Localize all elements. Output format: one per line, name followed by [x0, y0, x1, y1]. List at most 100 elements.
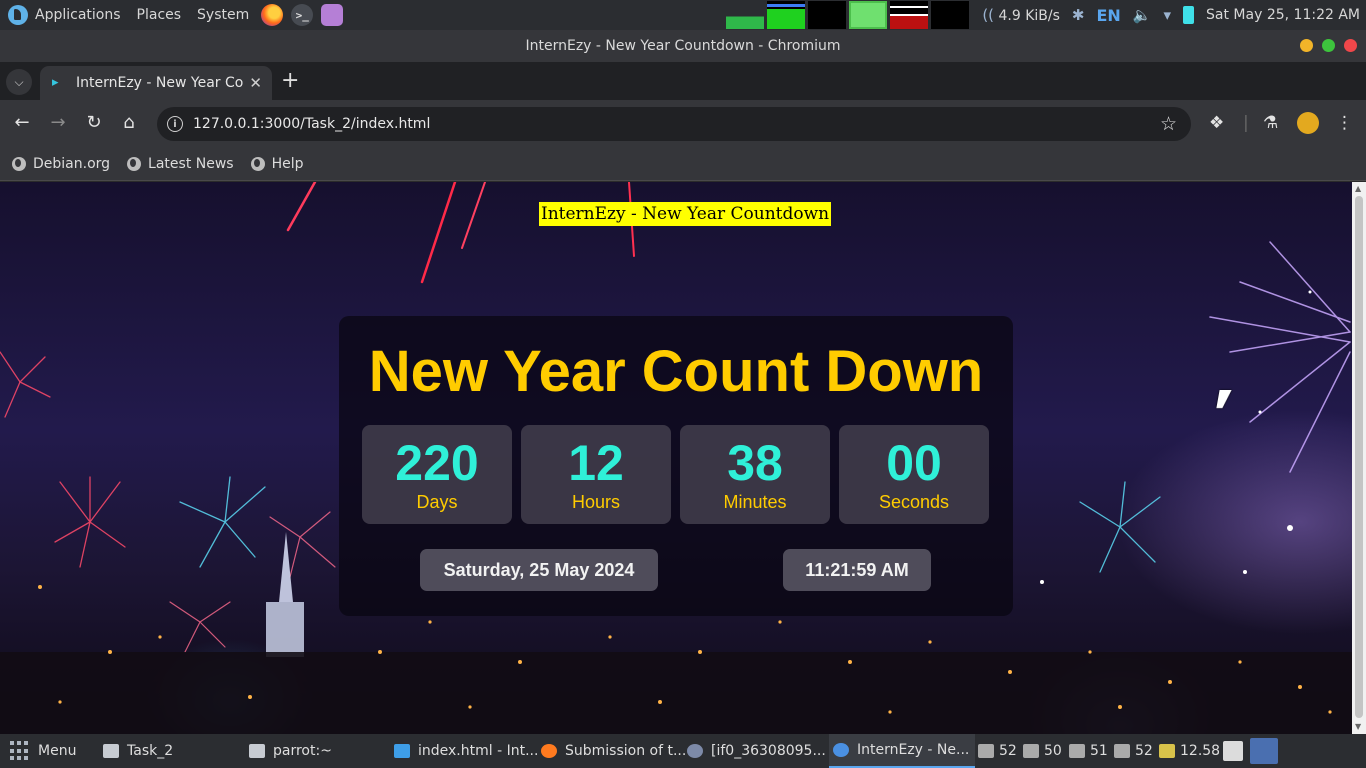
taskbar-item-firefox[interactable]: Submission of t...	[541, 734, 686, 768]
bookmark-latest-news[interactable]: Latest News	[127, 156, 234, 172]
seconds-label: Seconds	[878, 492, 950, 512]
reload-button[interactable]: ↻	[82, 111, 106, 135]
scrollbar-thumb[interactable]	[1355, 196, 1363, 718]
address-bar[interactable]: i 127.0.0.1:3000/Task_2/index.html ☆	[157, 107, 1191, 141]
cpu-core-4[interactable]: 52	[1114, 743, 1153, 759]
firefox-launcher-icon[interactable]	[261, 4, 284, 26]
taskbar-item-chromium[interactable]: InternEzy - Ne...	[829, 734, 975, 768]
bookmark-label: Debian.org	[33, 155, 111, 172]
maximize-button[interactable]	[1322, 39, 1335, 52]
back-button[interactable]: ←	[10, 111, 34, 135]
tab-search-button[interactable]: ⌵	[6, 69, 32, 95]
menu-button[interactable]: Menu	[10, 734, 76, 768]
taskbar-item-task2[interactable]: Task_2	[103, 734, 173, 768]
bluetooth-icon[interactable]: ✱	[1072, 6, 1085, 24]
home-button[interactable]: ⌂	[117, 111, 141, 135]
toolbar-divider: |	[1243, 113, 1249, 133]
bookmark-debian[interactable]: Debian.org	[12, 156, 110, 172]
close-window-button[interactable]	[1344, 39, 1357, 52]
keyboard-layout-indicator[interactable]: EN	[1096, 6, 1120, 25]
days-label: Days	[416, 492, 458, 512]
swap-monitor[interactable]	[808, 1, 846, 29]
hours-value: 12	[568, 435, 624, 491]
tab-internezy[interactable]: ▸ InternEzy - New Year Cou ✕	[40, 66, 272, 100]
workspace-switcher[interactable]	[1223, 741, 1243, 761]
new-tab-button[interactable]: +	[281, 70, 299, 92]
close-tab-icon[interactable]: ✕	[249, 74, 262, 92]
page-heading: InternEzy - New Year Countdown	[539, 202, 832, 226]
days-value: 220	[395, 435, 479, 491]
chip-icon	[1023, 744, 1039, 758]
forward-button[interactable]: →	[46, 111, 70, 135]
favicon-icon: ▸	[52, 75, 59, 90]
clock[interactable]: Sat May 25, 11:22 AM	[1206, 7, 1360, 23]
text-editor-launcher-icon[interactable]	[321, 4, 344, 26]
bookmark-label: Help	[271, 155, 304, 172]
network-speed[interactable]: (( 4.9 KiB/s	[982, 6, 1060, 24]
window-titlebar[interactable]: InternEzy - New Year Countdown - Chromiu…	[0, 30, 1366, 62]
page-scrollbar[interactable]: ▲ ▼	[1352, 182, 1366, 734]
url-text: 127.0.0.1:3000/Task_2/index.html	[193, 116, 431, 132]
hours-label: Hours	[571, 492, 620, 512]
taskbar-item-browser[interactable]: [if0_36308095...	[687, 734, 826, 768]
disk-monitor[interactable]	[931, 1, 969, 29]
bookmark-help[interactable]: Help	[250, 155, 304, 172]
minutes-box: 38 Minutes	[680, 425, 830, 524]
memory-usage[interactable]: 12.58	[1159, 743, 1220, 759]
site-info-icon[interactable]: i	[167, 116, 183, 132]
menu-kebab-icon[interactable]: ⋮	[1336, 112, 1353, 134]
wifi-icon[interactable]: ▾	[1164, 6, 1172, 24]
bookmark-label: Latest News	[148, 155, 234, 172]
cpu-core-value: 50	[1044, 743, 1062, 759]
terminal-icon	[249, 744, 265, 758]
firefox-icon	[541, 744, 557, 758]
workspace-icon	[1223, 741, 1243, 761]
current-time: 11:21:59 AM	[783, 549, 931, 591]
bookmarks-bar: Debian.org Latest News Help	[0, 147, 1366, 181]
bookmark-star-icon[interactable]: ☆	[1160, 113, 1177, 135]
cpu-core-1[interactable]: 52	[978, 743, 1017, 759]
tab-title: InternEzy - New Year Cou	[76, 75, 244, 91]
taskbar-item-label: Task_2	[127, 743, 174, 759]
battery-icon[interactable]	[1183, 6, 1195, 24]
terminal-launcher-icon[interactable]: >_	[291, 4, 314, 26]
memory-monitor[interactable]	[767, 1, 805, 29]
scroll-down-icon[interactable]: ▼	[1355, 722, 1361, 731]
network-monitor[interactable]	[849, 1, 887, 29]
labs-flask-icon[interactable]: ⚗	[1263, 112, 1278, 134]
chevron-down-icon: ⌵	[14, 74, 24, 89]
places-menu[interactable]: Places	[129, 0, 190, 30]
taskbar-item-terminal[interactable]: parrot:~	[249, 734, 332, 768]
scroll-up-icon[interactable]: ▲	[1355, 184, 1361, 193]
load-monitor[interactable]	[890, 1, 928, 29]
minimize-button[interactable]	[1300, 39, 1313, 52]
taskbar-item-vscode[interactable]: index.html - Int...	[394, 734, 538, 768]
seconds-box: 00 Seconds	[839, 425, 989, 524]
countdown-title: New Year Count Down	[368, 339, 984, 404]
cpu-core-3[interactable]: 51	[1069, 743, 1108, 759]
folder-icon	[103, 744, 119, 758]
show-desktop[interactable]	[1250, 738, 1278, 764]
memory-value: 12.58	[1180, 743, 1221, 759]
cpu-core-value: 52	[999, 743, 1017, 759]
cpu-core-2[interactable]: 50	[1023, 743, 1062, 759]
tab-strip: ⌵ ▸ InternEzy - New Year Cou ✕ +	[0, 62, 1366, 100]
seconds-value: 00	[886, 435, 942, 491]
browser-toolbar: ← → ↻ ⌂ i 127.0.0.1:3000/Task_2/index.ht…	[0, 100, 1366, 147]
system-tray: (( 4.9 KiB/s ✱ EN 🔈 ▾ Sat May 25, 11:22 …	[982, 0, 1366, 30]
countdown-card: New Year Count Down 220 Days 12 Hours 38…	[339, 316, 1013, 616]
cpu-monitor[interactable]	[726, 1, 764, 29]
taskbar-item-label: index.html - Int...	[418, 743, 539, 759]
hours-box: 12 Hours	[521, 425, 671, 524]
volume-icon[interactable]: 🔈	[1133, 6, 1152, 24]
extensions-icon[interactable]: ❖	[1209, 112, 1224, 134]
cpu-core-value: 52	[1135, 743, 1153, 759]
chromium-icon	[833, 743, 849, 757]
profile-avatar[interactable]	[1297, 112, 1319, 134]
applications-menu[interactable]: Applications	[0, 0, 129, 30]
system-menu[interactable]: System	[189, 0, 257, 30]
top-panel: Applications Places System >_ (( 4.9 KiB…	[0, 0, 1366, 30]
memory-chip-icon	[1159, 744, 1175, 758]
system-monitors	[726, 1, 969, 29]
globe-icon	[12, 156, 26, 171]
